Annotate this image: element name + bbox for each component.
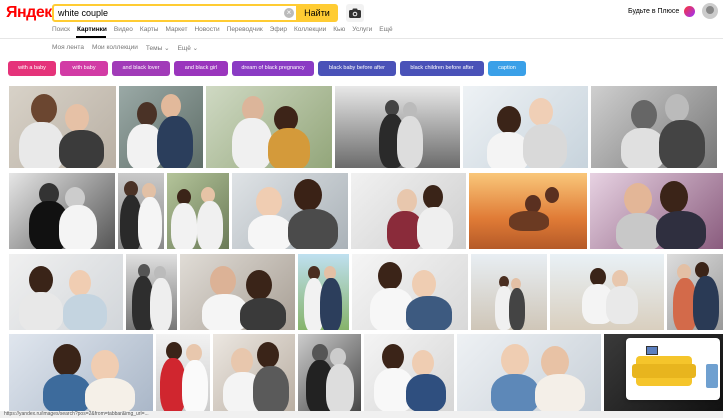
image-result[interactable]	[118, 173, 164, 249]
image-result[interactable]	[167, 173, 229, 249]
image-result[interactable]	[469, 173, 587, 249]
image-result[interactable]	[471, 254, 547, 330]
search-box: × Найти	[52, 4, 338, 22]
tag-black-baby-before-after[interactable]: black baby before after	[318, 61, 396, 76]
tag-and-black-lover[interactable]: and black lover	[112, 61, 170, 76]
image-result[interactable]	[119, 86, 203, 168]
nav-item-collections[interactable]: Коллекции	[294, 26, 326, 36]
image-result[interactable]	[180, 254, 295, 330]
nav-item-more[interactable]: Ещё	[379, 26, 392, 36]
nav-item-news[interactable]: Новости	[194, 26, 219, 36]
tag-with-baby[interactable]: with baby	[60, 61, 108, 76]
tag-with-a-baby[interactable]: with a baby	[8, 61, 56, 76]
image-result[interactable]	[156, 334, 210, 412]
nav-item-search[interactable]: Поиск	[52, 26, 70, 36]
nav-item-video[interactable]: Видео	[114, 26, 133, 36]
sub-nav: Моя лента Мои коллекции Темы ⌄ Ещё ⌄	[52, 44, 198, 52]
picture-frame-icon	[646, 346, 658, 355]
image-result[interactable]	[351, 173, 466, 249]
search-input[interactable]	[54, 6, 282, 20]
subnav-my-feed[interactable]: Моя лента	[52, 44, 84, 52]
nav-item-market[interactable]: Маркет	[165, 26, 187, 36]
tag-caption[interactable]: caption	[488, 61, 526, 76]
nav-item-maps[interactable]: Карты	[140, 26, 159, 36]
nav-item-translate[interactable]: Переводчик	[227, 26, 263, 36]
avatar[interactable]	[702, 3, 718, 19]
service-nav: Поиск Картинки Видео Карты Маркет Новост…	[52, 26, 393, 36]
image-result[interactable]	[335, 86, 460, 168]
image-result[interactable]	[364, 334, 454, 412]
image-result[interactable]	[9, 254, 123, 330]
header-divider	[0, 38, 723, 39]
image-result[interactable]	[667, 254, 723, 330]
image-result[interactable]	[590, 173, 723, 249]
image-result[interactable]	[9, 86, 116, 168]
clear-icon[interactable]: ×	[284, 8, 294, 18]
image-result[interactable]	[126, 254, 177, 330]
camera-icon[interactable]	[346, 4, 364, 22]
subnav-more[interactable]: Ещё ⌄	[178, 44, 199, 52]
nav-item-q[interactable]: Кью	[333, 26, 345, 36]
search-button[interactable]: Найти	[296, 4, 338, 22]
image-result[interactable]	[463, 86, 588, 168]
image-result[interactable]	[298, 254, 349, 330]
nav-item-services[interactable]: Услуги	[352, 26, 372, 36]
nav-item-images[interactable]: Картинки	[77, 26, 107, 36]
image-result[interactable]	[550, 254, 664, 330]
image-result[interactable]	[9, 173, 115, 249]
image-result[interactable]	[206, 86, 332, 168]
subnav-my-collections[interactable]: Мои коллекции	[92, 44, 138, 52]
subnav-themes[interactable]: Темы ⌄	[146, 44, 170, 52]
image-result[interactable]	[352, 254, 468, 330]
lamp-icon	[706, 364, 718, 388]
nav-item-efir[interactable]: Эфир	[270, 26, 287, 36]
image-result[interactable]	[591, 86, 717, 168]
image-result[interactable]	[457, 334, 601, 412]
sofa-icon	[632, 356, 696, 386]
tag-dream-of-black-pregnancy[interactable]: dream of black pregnancy	[232, 61, 314, 76]
tag-black-children-before-after[interactable]: black children before after	[400, 61, 484, 76]
plus-link[interactable]: Будьте в Плюсе	[628, 8, 679, 15]
promo-popup[interactable]	[626, 338, 720, 400]
image-result[interactable]	[9, 334, 153, 412]
plus-icon[interactable]	[684, 6, 695, 17]
status-bar: https://yandex.ru/images/search?pos=2&fr…	[0, 411, 723, 418]
image-result[interactable]	[213, 334, 295, 412]
image-result[interactable]	[298, 334, 361, 412]
tag-and-black-girl[interactable]: and black girl	[174, 61, 228, 76]
image-result[interactable]	[232, 173, 348, 249]
